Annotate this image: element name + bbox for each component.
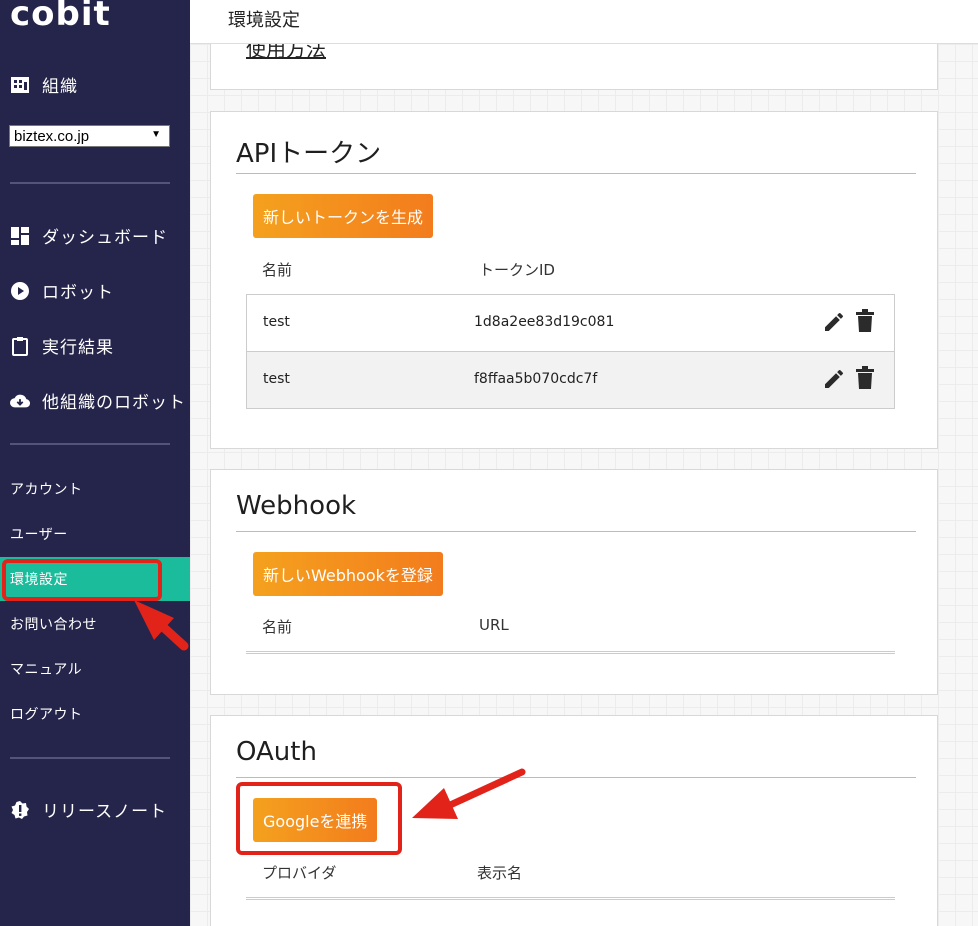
annotation-arrows bbox=[134, 600, 526, 819]
annotation-arrow-settings bbox=[134, 600, 189, 651]
annotation-arrow-google bbox=[412, 768, 526, 819]
